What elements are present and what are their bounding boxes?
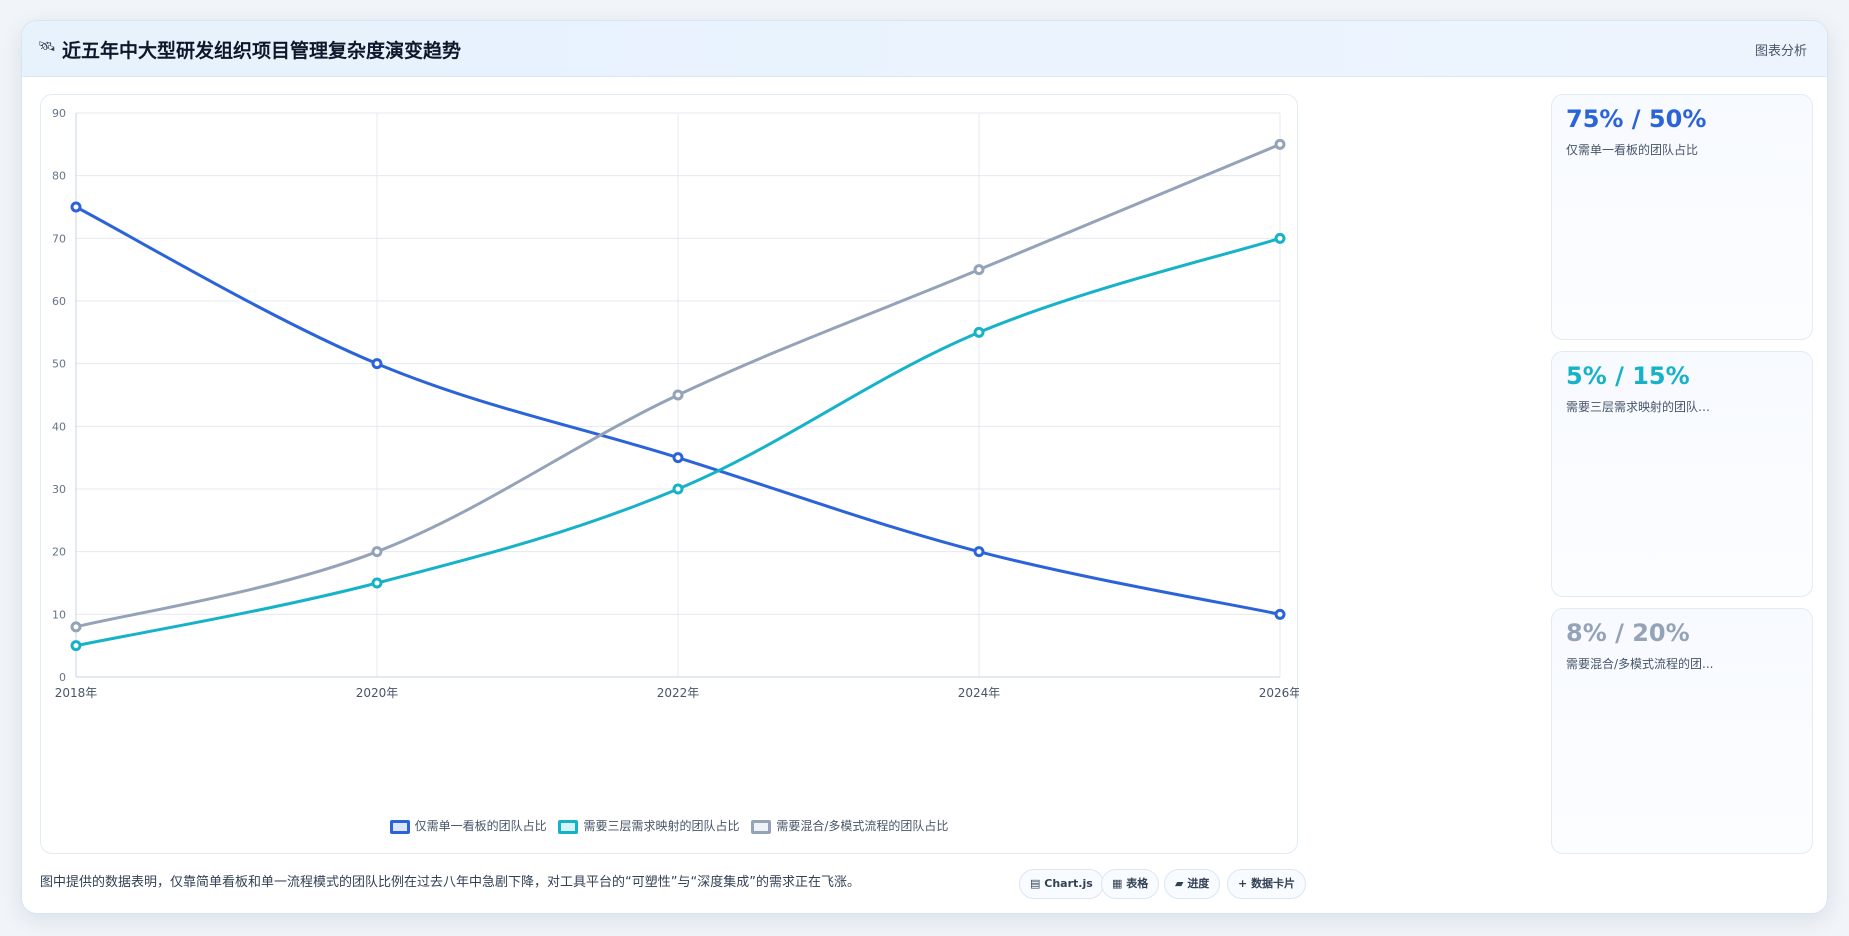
stat-card-hybrid: 8% / 20% 需要混合/多模式流程的团... [1551,608,1813,854]
table-button[interactable]: ▦ 表格 [1101,869,1160,899]
chart-analysis-link[interactable]: 图表分析 [1755,40,1807,59]
data-point [70,201,82,213]
chart-panel: 0 10 20 30 40 50 60 70 80 90 2018年 2020年 2022年 2024年 2… [40,94,1299,854]
stat-value: 75% / 50% [1566,105,1707,133]
data-point [672,389,684,401]
data-point [70,621,82,633]
progress-icon: ▰ [1175,877,1184,890]
legend-label: 需要三层需求映射的团队占比 [583,819,740,833]
data-point [672,452,684,464]
data-point [672,483,684,495]
stat-card-three-layer: 5% / 15% 需要三层需求映射的团队占... [1551,351,1813,597]
y-tick-label: 70 [52,232,66,245]
y-tick-label: 80 [52,170,66,183]
y-tick-label: 60 [52,295,66,308]
y-tick-label: 0 [59,671,66,684]
legend-swatch-gray [751,819,772,834]
button-label: 数据卡片 [1251,877,1296,890]
stat-label: 需要混合/多模式流程的团... [1566,657,1714,671]
data-point [973,264,985,276]
line-chart: 0 10 20 30 40 50 60 70 80 90 2018年 2020年 2022年 2024年 2… [52,107,1299,700]
data-point [1274,138,1286,150]
data-point [371,546,383,558]
legend-label: 仅需单一看板的团队占比 [414,819,547,833]
y-tick-label: 40 [52,420,66,433]
x-tick-label: 2024年 [958,686,1001,700]
data-point [973,546,985,558]
y-tick-label: 30 [52,483,66,496]
data-point [371,577,383,589]
data-point [371,358,383,370]
data-point [973,326,985,338]
data-point [1274,232,1286,244]
data-point [1274,608,1286,620]
button-label: 表格 [1126,877,1149,890]
x-tick-label: 2022年 [657,686,700,700]
progress-button[interactable]: ▰ 进度 [1164,869,1221,899]
chart-icon: ▤ [1030,877,1041,890]
legend-swatch-cyan [558,819,579,834]
legend-swatch-blue [389,819,410,834]
chart-summary-text: 图中提供的数据表明，仅靠简单看板和单一流程模式的团队比例在过去八年中急剧下降，对… [40,875,860,890]
satellite-icon: 🛰 [38,39,56,55]
stat-value: 5% / 15% [1566,362,1690,390]
legend-item-three-layer[interactable]: 需要三层需求映射的团队占比 [558,817,739,834]
data-point [70,640,82,652]
button-label: 进度 [1187,877,1210,890]
legend-label: 需要混合/多模式流程的团队占比 [776,819,949,833]
stat-label: 需要三层需求映射的团队占... [1566,400,1716,414]
plus-icon: + [1238,877,1248,890]
y-tick-label: 10 [52,608,66,621]
stat-card-single-board: 75% / 50% 仅需单一看板的团队占比 [1551,94,1813,340]
x-tick-label: 2018年 [55,686,98,700]
x-tick-label: 2026年 [1259,686,1299,700]
y-tick-label: 20 [52,546,66,559]
chartjs-button[interactable]: ▤ Chart.js [1019,869,1104,899]
x-tick-label: 2020年 [356,686,399,700]
card-header: 🛰 近五年中大型研发组织项目管理复杂度演变趋势 图表分析 [22,21,1827,77]
table-icon: ▦ [1112,877,1123,890]
legend-item-hybrid[interactable]: 需要混合/多模式流程的团队占比 [751,817,948,834]
y-tick-label: 50 [52,358,66,371]
page-title: 近五年中大型研发组织项目管理复杂度演变趋势 [62,40,462,62]
button-label: Chart.js [1044,877,1093,890]
y-tick-label: 90 [52,107,66,120]
chart-legend: 仅需单一看板的团队占比 需要三层需求映射的团队占比 需要混合/多模式流程的团队占… [41,817,1297,834]
data-card-button[interactable]: + 数据卡片 [1227,869,1307,899]
chart-card: 🛰 近五年中大型研发组织项目管理复杂度演变趋势 图表分析 0 10 20 30 40 50… [21,20,1828,914]
legend-item-single-board[interactable]: 仅需单一看板的团队占比 [389,817,547,834]
stat-label: 仅需单一看板的团队占比 [1566,143,1699,157]
stat-value: 8% / 20% [1566,619,1690,647]
